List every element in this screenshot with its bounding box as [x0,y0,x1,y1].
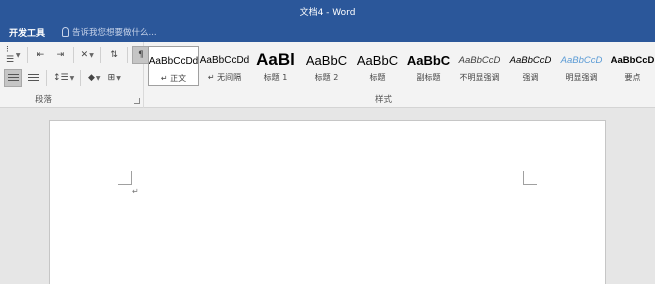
increase-indent-button[interactable]: ⇥ [51,46,69,64]
paragraph-row-1: ⁝☰ ▼ ⇤ ⇥ ✕ ▼ ⇅ ¶ [4,45,150,65]
chevron-down-icon: ▼ [95,74,101,82]
style-subtitle[interactable]: AaBbC 副标题 [403,46,454,86]
style-name: 标题 [369,73,386,82]
align-justify-icon [7,73,19,83]
style-normal[interactable]: AaBbCcDd ↵ 正文 [148,46,199,86]
document-canvas: ↵ [0,108,655,284]
style-preview: AaBbCcD [560,54,603,66]
style-preview: AaBbC [356,52,399,68]
line-spacing-button[interactable]: ↕☰ ▼ [51,69,76,87]
style-preview: AaBbC [406,52,451,68]
paragraph-row-2: ↕☰ ▼ ◆ ▼ ⊞ ▼ [4,69,123,87]
style-name: 标题 2 [314,73,339,82]
separator [100,47,102,63]
style-name: ↵ 无间隔 [207,73,242,82]
shading-button[interactable]: ◆ ▼ [85,69,103,87]
style-heading-1[interactable]: AaBl 标题 1 [250,46,301,86]
ribbon: ⁝☰ ▼ ⇤ ⇥ ✕ ▼ ⇅ ¶ ↕☰ ▼ ◆ ▼ ⊞ ▼ 段落 AaBbCcD… [0,42,655,108]
paragraph-mark: ↵ [132,187,139,196]
lightbulb-icon [62,27,69,37]
style-name: 强调 [522,73,539,82]
style-strong[interactable]: AaBbCcD 要点 [607,46,655,86]
line-spacing-icon: ↕☰ [53,73,69,83]
margin-corner-top-right [523,171,537,185]
styles-gallery: AaBbCcDd ↵ 正文 AaBbCcDd ↵ 无间隔 AaBl 标题 1 A… [148,46,655,86]
paragraph-group: ⁝☰ ▼ ⇤ ⇥ ✕ ▼ ⇅ ¶ ↕☰ ▼ ◆ ▼ ⊞ ▼ 段落 [0,42,150,108]
increase-indent-icon: ⇥ [56,50,65,60]
style-name: 标题 1 [263,73,288,82]
borders-icon: ⊞ [107,73,116,83]
chevron-down-icon: ▼ [15,51,21,59]
style-preview: AaBbCcD [458,54,501,66]
style-preview: AaBbCcDd [148,55,199,67]
style-name: 副标题 [416,73,441,82]
multilevel-list-button[interactable]: ⁝☰ ▼ [4,45,23,65]
align-justify-button[interactable] [4,69,22,87]
style-no-spacing[interactable]: AaBbCcDd ↵ 无间隔 [199,46,250,86]
distributed-icon [27,73,39,83]
style-preview: AaBbC [305,52,348,68]
separator [73,47,75,63]
dialog-launcher-icon[interactable] [134,98,140,104]
distributed-button[interactable] [24,69,42,87]
style-subtle-emphasis[interactable]: AaBbCcD 不明显强调 [454,46,505,86]
tab-developer[interactable]: 开发工具 [9,26,45,39]
style-name: 不明显强调 [459,73,500,82]
shading-icon: ◆ [87,73,95,83]
sort-button[interactable]: ⇅ [105,46,123,64]
styles-group-label: 样式 [375,95,393,105]
multilevel-list-icon: ⁝☰ [6,45,15,65]
style-title[interactable]: AaBbC 标题 [352,46,403,86]
sort-icon: ⇅ [110,50,118,60]
window-title: 文档4 - Word [299,8,356,18]
styles-group: AaBbCcDd ↵ 正文 AaBbCcDd ↵ 无间隔 AaBl 标题 1 A… [145,42,655,108]
tell-me-placeholder: 告诉我您想要做什么... [72,28,157,38]
separator [127,47,128,63]
show-marks-icon: ¶ [138,50,144,60]
chevron-down-icon: ▼ [116,74,121,82]
style-name: ↵ 正文 [160,74,187,83]
separator [26,47,28,63]
paragraph-group-label: 段落 [35,95,53,105]
style-preview: AaBbCcD [509,54,552,66]
separator [80,70,82,86]
style-preview: AaBbCcD [610,54,655,66]
document-page[interactable]: ↵ [49,120,606,284]
style-intense-emphasis[interactable]: AaBbCcD 明显强调 [556,46,607,86]
chevron-down-icon: ▼ [69,74,75,82]
margin-corner-top-left [118,171,132,185]
style-heading-2[interactable]: AaBbC 标题 2 [301,46,352,86]
borders-button[interactable]: ⊞ ▼ [105,69,123,87]
decrease-indent-button[interactable]: ⇤ [31,46,49,64]
asian-layout-icon: ✕ [80,50,89,60]
chevron-down-icon: ▼ [89,51,94,59]
decrease-indent-icon: ⇤ [36,50,45,60]
style-name: 明显强调 [565,73,598,82]
title-bar: 文档4 - Word [0,0,655,23]
style-name: 要点 [624,73,641,82]
style-preview: AaBbCcDd [199,54,250,66]
separator [46,70,47,86]
style-emphasis[interactable]: AaBbCcD 强调 [505,46,556,86]
tell-me-search[interactable]: 告诉我您想要做什么... [62,26,157,38]
ribbon-tab-row: 开发工具 告诉我您想要做什么... [0,23,655,42]
asian-layout-button[interactable]: ✕ ▼ [78,46,96,64]
style-preview: AaBl [256,50,295,69]
